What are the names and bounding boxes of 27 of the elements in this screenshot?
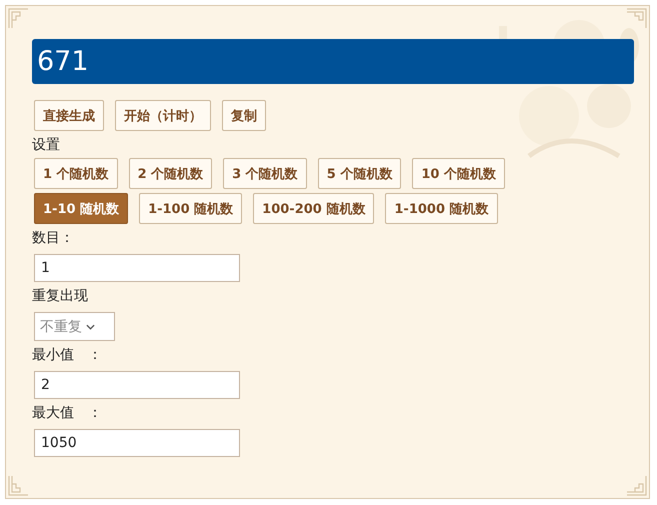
field-label: 重复出现 — [32, 287, 88, 306]
corner-ornament-icon — [627, 476, 647, 496]
settings-label: 设置 — [32, 136, 60, 155]
option-button[interactable]: 1-100 随机数 — [139, 193, 242, 224]
dropdown[interactable]: 不重复 — [34, 312, 115, 341]
action-button[interactable]: 开始（计时） — [115, 100, 211, 131]
input-field[interactable]: 2 — [34, 371, 240, 399]
action-button[interactable]: 直接生成 — [34, 100, 104, 131]
option-button[interactable]: 100-200 随机数 — [253, 193, 374, 224]
option-button[interactable]: 5 个随机数 — [318, 158, 402, 189]
corner-ornament-icon — [627, 8, 647, 28]
result-display: 671 — [32, 39, 634, 84]
option-button[interactable]: 10 个随机数 — [412, 158, 505, 189]
field-label: 最大值 ： — [32, 404, 102, 423]
chevron-down-icon — [86, 324, 95, 330]
field-label: 数目： — [32, 229, 74, 248]
corner-ornament-icon — [8, 476, 28, 496]
option-button[interactable]: 2 个随机数 — [128, 158, 212, 189]
option-button[interactable]: 3 个随机数 — [223, 158, 307, 189]
corner-ornament-icon — [8, 8, 28, 28]
input-field[interactable]: 1050 — [34, 429, 240, 457]
input-field[interactable]: 1 — [34, 254, 240, 282]
option-button[interactable]: 1-1000 随机数 — [385, 193, 498, 224]
action-button[interactable]: 复制 — [222, 100, 266, 131]
option-button[interactable]: 1 个随机数 — [34, 158, 118, 189]
option-button[interactable]: 1-10 随机数 — [34, 193, 128, 224]
field-label: 最小值 ： — [32, 346, 102, 365]
